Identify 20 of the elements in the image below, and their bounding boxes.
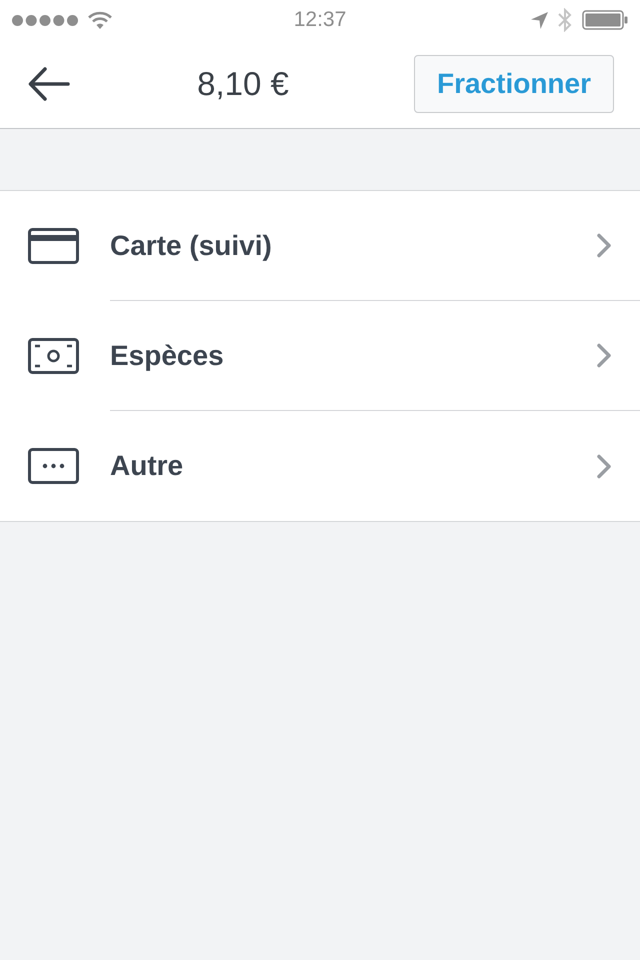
wifi-icon — [88, 11, 112, 29]
bluetooth-icon — [558, 8, 572, 32]
payment-method-label: Carte (suivi) — [110, 228, 273, 263]
status-time: 12:37 — [294, 7, 346, 34]
battery-full-icon — [582, 10, 628, 30]
payment-method-label: Espèces — [110, 338, 225, 373]
chevron-right-icon — [596, 343, 612, 368]
chevron-right-icon — [596, 454, 612, 478]
more-dots-icon — [28, 448, 79, 484]
payment-method-row[interactable]: Espèces — [0, 301, 640, 411]
back-arrow-icon — [28, 67, 70, 101]
chevron-right-icon — [596, 233, 612, 258]
payment-method-row[interactable]: Autre — [0, 411, 640, 521]
amount-title: 8,10 € — [197, 64, 289, 104]
credit-card-icon — [28, 228, 79, 264]
payment-method-row[interactable]: Carte (suivi) — [0, 191, 640, 301]
payment-method-label: Autre — [110, 449, 184, 483]
location-arrow-icon — [531, 12, 548, 28]
signal-strength-icon — [12, 14, 78, 26]
banknote-icon — [28, 338, 79, 374]
